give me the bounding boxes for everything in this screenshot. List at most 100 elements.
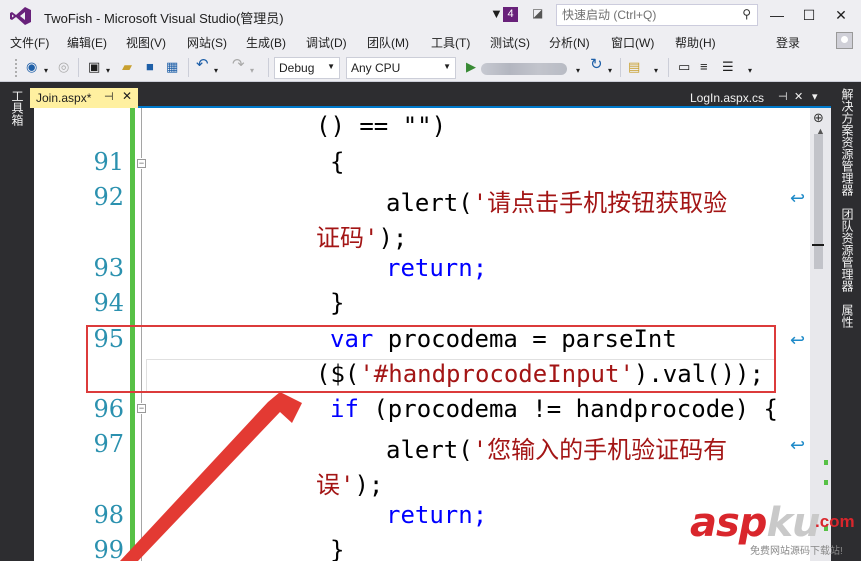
- filter-icon[interactable]: ▼: [490, 6, 503, 21]
- undo-icon[interactable]: ↶: [196, 57, 209, 73]
- menu-file[interactable]: 文件(F): [10, 34, 49, 51]
- document-tab-strip: Join.aspx* ⊣ ✕ LogIn.aspx.cs ⊣ ✕ ▾: [30, 82, 831, 108]
- line-number: 98: [93, 501, 124, 529]
- word-wrap-icon: ↩: [790, 330, 806, 351]
- toolbar-overflow-icon[interactable]: ▾: [654, 63, 658, 79]
- highlight-box: [86, 325, 776, 393]
- team-explorer-tab[interactable]: 团队资源管理器: [839, 208, 856, 292]
- close-button[interactable]: ✕: [828, 2, 854, 28]
- menu-help[interactable]: 帮助(H): [675, 34, 716, 51]
- line-number: 96: [93, 395, 124, 423]
- code-line: }: [330, 536, 345, 561]
- watermark-logo: aspku: [690, 500, 821, 546]
- line-number: 94: [93, 289, 124, 317]
- sign-in-link[interactable]: 登录: [776, 34, 800, 51]
- user-avatar[interactable]: [836, 32, 853, 49]
- standard-toolbar: ◉ ▾ ◎ ▣ ▾ ▰ ■ ▦ ↶ ▾ ↷ ▾ Debug ▼ Any CPU …: [0, 53, 861, 82]
- navigate-back-icon[interactable]: ◉: [26, 59, 37, 75]
- title-bar: TwoFish - Microsoft Visual Studio(管理员) ▼…: [0, 0, 861, 31]
- menu-team[interactable]: 团队(M): [367, 34, 409, 51]
- menu-edit[interactable]: 编辑(E): [67, 34, 107, 51]
- browser-link-icon[interactable]: ▤: [628, 59, 640, 75]
- menu-test[interactable]: 测试(S): [490, 34, 530, 51]
- notification-badge[interactable]: 4: [503, 7, 518, 22]
- pin-icon[interactable]: ⊣: [104, 90, 114, 103]
- left-tool-rail: 工具箱: [0, 82, 30, 561]
- word-wrap-icon: ↩: [790, 435, 806, 456]
- code-line: alert('请点击手机按钮获取验: [386, 189, 728, 217]
- save-all-icon[interactable]: ▦: [166, 59, 178, 75]
- back-dropdown-icon[interactable]: ▾: [44, 63, 48, 79]
- new-project-dropdown-icon[interactable]: ▾: [106, 63, 110, 79]
- code-line: 误');: [316, 471, 384, 499]
- open-file-icon[interactable]: ▰: [122, 59, 132, 75]
- close-icon[interactable]: ✕: [122, 89, 132, 103]
- watermark-tld: .com: [815, 512, 855, 531]
- start-debugging-icon[interactable]: ▶: [466, 59, 476, 75]
- tab-login-aspx-cs[interactable]: LogIn.aspx.cs: [690, 91, 764, 105]
- quick-launch-input[interactable]: [557, 5, 733, 25]
- menu-analyze[interactable]: 分析(N): [549, 34, 590, 51]
- minimize-button[interactable]: —: [764, 2, 790, 28]
- toolbox-tab[interactable]: 工具箱: [9, 90, 26, 126]
- debug-target-label[interactable]: [481, 63, 567, 75]
- close-icon[interactable]: ✕: [794, 90, 803, 103]
- refresh-dropdown-icon[interactable]: ▾: [608, 63, 612, 79]
- uncomment-icon[interactable]: ≡: [700, 59, 708, 75]
- caret-position-marker: [812, 244, 824, 246]
- editor-vertical-scrollbar[interactable]: ⊕ ▲: [810, 108, 831, 561]
- code-line: {: [330, 148, 345, 176]
- refresh-icon[interactable]: ↻: [590, 57, 603, 73]
- new-project-icon[interactable]: ▣: [88, 59, 100, 75]
- watermark-slogan: 免费网站源码下载站!: [750, 546, 843, 557]
- debug-target-dropdown-icon[interactable]: ▾: [576, 63, 580, 79]
- quick-launch-box[interactable]: ⚲: [556, 4, 758, 26]
- menu-window[interactable]: 窗口(W): [611, 34, 654, 51]
- maximize-button[interactable]: ☐: [796, 2, 822, 28]
- line-number: 91: [93, 148, 124, 176]
- chevron-down-icon: ▼: [327, 62, 335, 71]
- menu-website[interactable]: 网站(S): [187, 34, 227, 51]
- split-window-icon[interactable]: ⊕: [813, 110, 824, 126]
- save-icon[interactable]: ■: [146, 59, 154, 75]
- code-line: if (procodema != handprocode) {: [330, 395, 778, 423]
- solution-configuration-select[interactable]: Debug ▼: [274, 57, 340, 79]
- code-line: return;: [386, 254, 488, 282]
- menu-debug[interactable]: 调试(D): [306, 34, 347, 51]
- site-watermark: aspku .com 免费网站源码下载站!: [690, 500, 858, 560]
- tab-label: Join.aspx*: [36, 91, 92, 105]
- feedback-icon[interactable]: ◪: [532, 6, 543, 20]
- visual-studio-logo-icon: [10, 7, 31, 25]
- collapse-icon[interactable]: −: [137, 404, 146, 413]
- navigate-forward-icon[interactable]: ◎: [58, 59, 69, 75]
- properties-tab[interactable]: 属性: [839, 304, 856, 328]
- search-icon[interactable]: ⚲: [742, 7, 751, 21]
- solution-explorer-tab[interactable]: 解决方案资源管理器: [839, 88, 856, 196]
- pin-icon[interactable]: ⊣: [778, 90, 788, 103]
- solution-platform-select[interactable]: Any CPU ▼: [346, 57, 456, 79]
- code-line: return;: [386, 501, 488, 529]
- redo-dropdown-icon[interactable]: ▾: [250, 63, 254, 79]
- undo-dropdown-icon[interactable]: ▾: [214, 63, 218, 79]
- code-line: () == ""): [316, 112, 447, 140]
- toolbar-grip[interactable]: [14, 58, 18, 78]
- toolbar-options-icon[interactable]: ▾: [748, 63, 752, 79]
- menu-build[interactable]: 生成(B): [246, 34, 286, 51]
- chevron-down-icon: ▼: [443, 62, 451, 71]
- scroll-thumb[interactable]: [814, 134, 823, 269]
- collapse-icon[interactable]: −: [137, 159, 146, 168]
- code-line: }: [330, 289, 345, 317]
- line-number: 99: [93, 536, 124, 561]
- indent-icon[interactable]: ☰: [722, 59, 734, 75]
- line-number: 93: [93, 254, 124, 282]
- line-number: 97: [93, 430, 124, 458]
- line-number: 92: [93, 183, 124, 211]
- comment-icon[interactable]: ▭: [678, 59, 690, 75]
- tab-list-dropdown-icon[interactable]: ▾: [812, 90, 818, 103]
- redo-icon[interactable]: ↷: [232, 57, 245, 73]
- right-tool-rail: 解决方案资源管理器 团队资源管理器 属性: [831, 82, 861, 561]
- code-line: alert('您输入的手机验证码有: [386, 436, 728, 464]
- menu-view[interactable]: 视图(V): [126, 34, 166, 51]
- tab-join-aspx[interactable]: Join.aspx* ⊣ ✕: [30, 88, 138, 108]
- menu-tools[interactable]: 工具(T): [431, 34, 470, 51]
